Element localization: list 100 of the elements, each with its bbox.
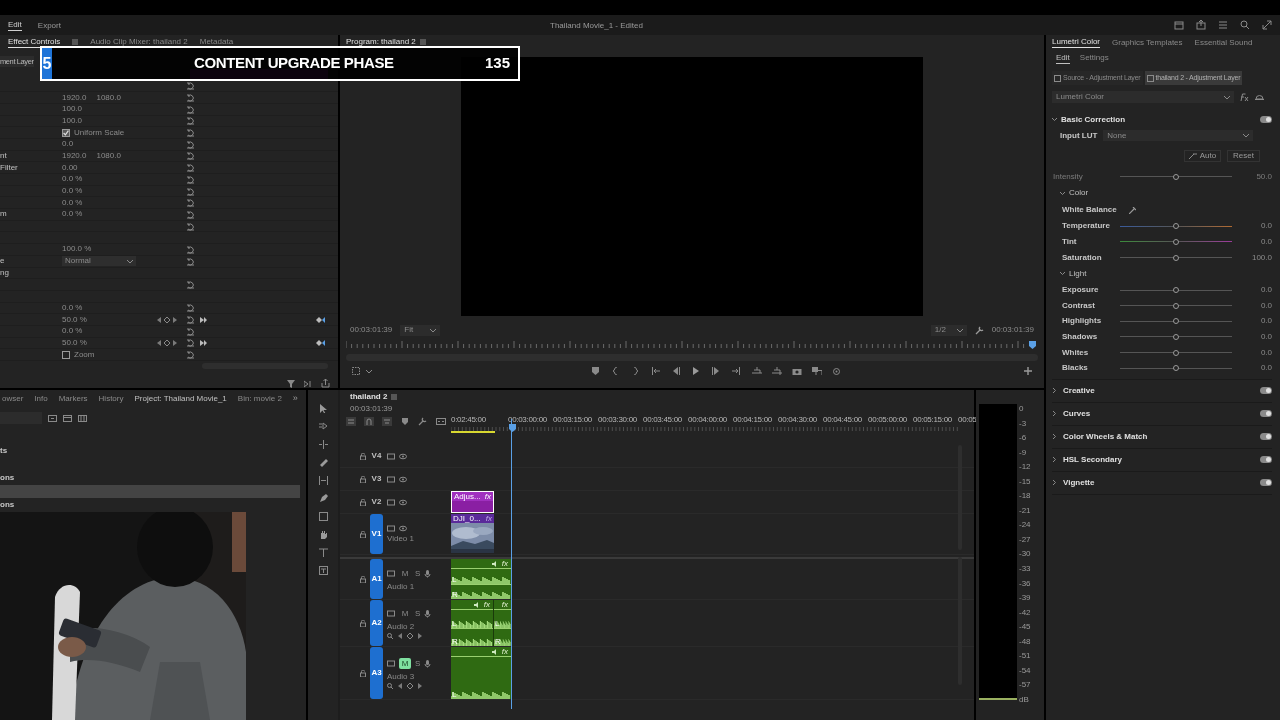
solo-button[interactable]: S xyxy=(415,607,421,620)
slider-value[interactable]: 0.0 xyxy=(1260,330,1272,343)
slider-thumb[interactable] xyxy=(1173,365,1179,372)
slider-value[interactable]: 0.0 xyxy=(1260,315,1272,328)
group-title[interactable]: Light xyxy=(1069,267,1087,280)
selection-tool-icon[interactable] xyxy=(318,404,328,413)
add-button-icon[interactable] xyxy=(1024,367,1032,375)
clip-icon[interactable] xyxy=(1146,74,1154,82)
share-icon[interactable] xyxy=(1196,20,1206,30)
previous-keyframe-icon[interactable] xyxy=(157,339,161,346)
timecode[interactable]: 00:03:01:39 xyxy=(340,403,974,415)
slider-thumb[interactable] xyxy=(1173,318,1179,325)
track-select-tool-icon[interactable] xyxy=(318,422,328,431)
track-target-button[interactable]: V3 xyxy=(370,473,383,485)
chevron-icon[interactable] xyxy=(430,327,437,333)
eye-icon[interactable] xyxy=(399,498,407,506)
slider-value[interactable]: 0.0 xyxy=(1260,299,1272,312)
ripple-edit-tool-icon[interactable] xyxy=(318,440,328,449)
chevron-right-icon[interactable] xyxy=(1052,388,1057,394)
search-icon[interactable] xyxy=(387,682,393,689)
lock-icon[interactable] xyxy=(360,575,366,583)
play-audio-icon[interactable] xyxy=(304,379,312,388)
sequence-tab[interactable]: thailand 2 xyxy=(350,390,388,403)
insert-icon[interactable] xyxy=(752,367,762,375)
panel-tab[interactable]: History xyxy=(98,392,124,405)
caption-tool-icon[interactable] xyxy=(318,566,328,575)
next-keyframe-icon[interactable] xyxy=(418,632,422,639)
sync-lock-icon[interactable] xyxy=(387,610,395,617)
mute-button[interactable]: M xyxy=(399,607,411,620)
section-title[interactable]: Curves xyxy=(1063,407,1091,420)
lut-dropdown[interactable]: None xyxy=(1103,130,1254,141)
mute-button[interactable]: M xyxy=(399,567,411,580)
slider-thumb[interactable] xyxy=(1173,223,1179,230)
project-item[interactable]: ons xyxy=(0,471,300,485)
next-keyframe-icon[interactable] xyxy=(173,339,177,346)
panel-tab[interactable]: Project: Thailand Movie_1 xyxy=(134,392,227,405)
keyframe-icon[interactable] xyxy=(407,632,413,639)
audio-clip[interactable]: fx L R xyxy=(451,559,512,599)
adjustment-layer-clip[interactable]: Adjus... fx xyxy=(451,491,494,513)
wrench-icon[interactable] xyxy=(418,417,428,426)
property-value[interactable]: 0.0 xyxy=(62,139,74,150)
chevron-down-icon[interactable] xyxy=(1060,190,1065,196)
sub-tab[interactable]: Edit xyxy=(1056,52,1070,64)
next-keyframe-icon[interactable] xyxy=(418,682,422,689)
solo-button[interactable]: S xyxy=(415,567,421,580)
expand-icon[interactable] xyxy=(1262,20,1272,30)
property-value[interactable]: 100.0 % xyxy=(62,244,92,255)
track-target-button[interactable]: V4 xyxy=(370,450,383,462)
previous-keyframe-icon[interactable] xyxy=(398,632,402,639)
panel-tab[interactable]: Audio Clip Mixer: thailand 2 xyxy=(90,36,188,48)
eyedropper-icon[interactable] xyxy=(1128,206,1136,214)
new-bin-icon[interactable] xyxy=(48,413,57,423)
panel-icon[interactable] xyxy=(1174,20,1184,30)
property-value[interactable]: 100.0 xyxy=(62,104,83,115)
camera-icon[interactable] xyxy=(792,367,802,375)
audio-clip[interactable]: fx L R xyxy=(494,600,512,646)
panel-tab[interactable]: Markers xyxy=(58,392,88,405)
property-value[interactable]: 0.0 % xyxy=(62,197,83,208)
slider-value[interactable]: 0.0 xyxy=(1260,346,1272,359)
panel-tab[interactable]: Essential Sound xyxy=(1194,36,1253,48)
panel-tab[interactable]: Lumetri Color xyxy=(1052,36,1100,48)
hand-tool-icon[interactable] xyxy=(318,530,328,539)
property-value[interactable]: 1920.0 xyxy=(62,150,87,161)
slider-thumb[interactable] xyxy=(1173,349,1179,356)
settings-icon[interactable] xyxy=(832,367,842,375)
chevron-right-icon[interactable] xyxy=(1052,411,1057,417)
slider-thumb[interactable] xyxy=(1173,333,1179,340)
more-tabs-button[interactable]: » xyxy=(292,391,298,406)
filter-icon[interactable] xyxy=(287,379,295,388)
toggle-switch[interactable] xyxy=(1260,387,1272,395)
slider-value[interactable]: 100.0 xyxy=(1251,251,1272,264)
panel-tab[interactable]: Info xyxy=(34,392,48,405)
search-icon[interactable] xyxy=(387,632,393,639)
step-back-icon[interactable] xyxy=(672,367,682,375)
effect-dropdown[interactable]: Lumetri Color xyxy=(1052,91,1234,103)
resolution-dropdown[interactable]: 1/2 xyxy=(930,324,967,336)
audio-clip[interactable]: fx L R xyxy=(451,600,494,646)
slider-thumb[interactable] xyxy=(1173,254,1179,261)
solo-button[interactable]: S xyxy=(415,657,421,670)
wrench-icon[interactable] xyxy=(974,325,984,335)
microphone-icon[interactable] xyxy=(424,609,432,618)
film-icon[interactable] xyxy=(387,475,395,483)
property-value[interactable]: 100.0 xyxy=(62,115,83,126)
toggle-switch[interactable] xyxy=(1260,410,1272,418)
add-marker-icon[interactable] xyxy=(400,417,410,426)
checkbox[interactable] xyxy=(62,128,70,137)
auto-button[interactable]: Auto xyxy=(1183,150,1222,162)
keyframe-icon[interactable] xyxy=(164,316,170,323)
chevron-down-icon[interactable] xyxy=(1052,117,1057,122)
chevron-icon[interactable] xyxy=(1243,133,1250,138)
go-to-in-icon[interactable] xyxy=(652,367,662,375)
safe-margins-icon[interactable] xyxy=(352,367,360,375)
sync-lock-icon[interactable] xyxy=(387,660,395,667)
panel-tab[interactable]: Bin: movie 2 xyxy=(237,392,282,405)
clip-icon[interactable] xyxy=(1054,74,1061,82)
toggle-switch[interactable] xyxy=(1260,456,1272,464)
bin-icon[interactable] xyxy=(78,413,87,423)
property-value[interactable]: 0.00 xyxy=(62,162,78,173)
chevron-icon[interactable] xyxy=(127,258,133,264)
fx-icon[interactable] xyxy=(1240,92,1249,102)
